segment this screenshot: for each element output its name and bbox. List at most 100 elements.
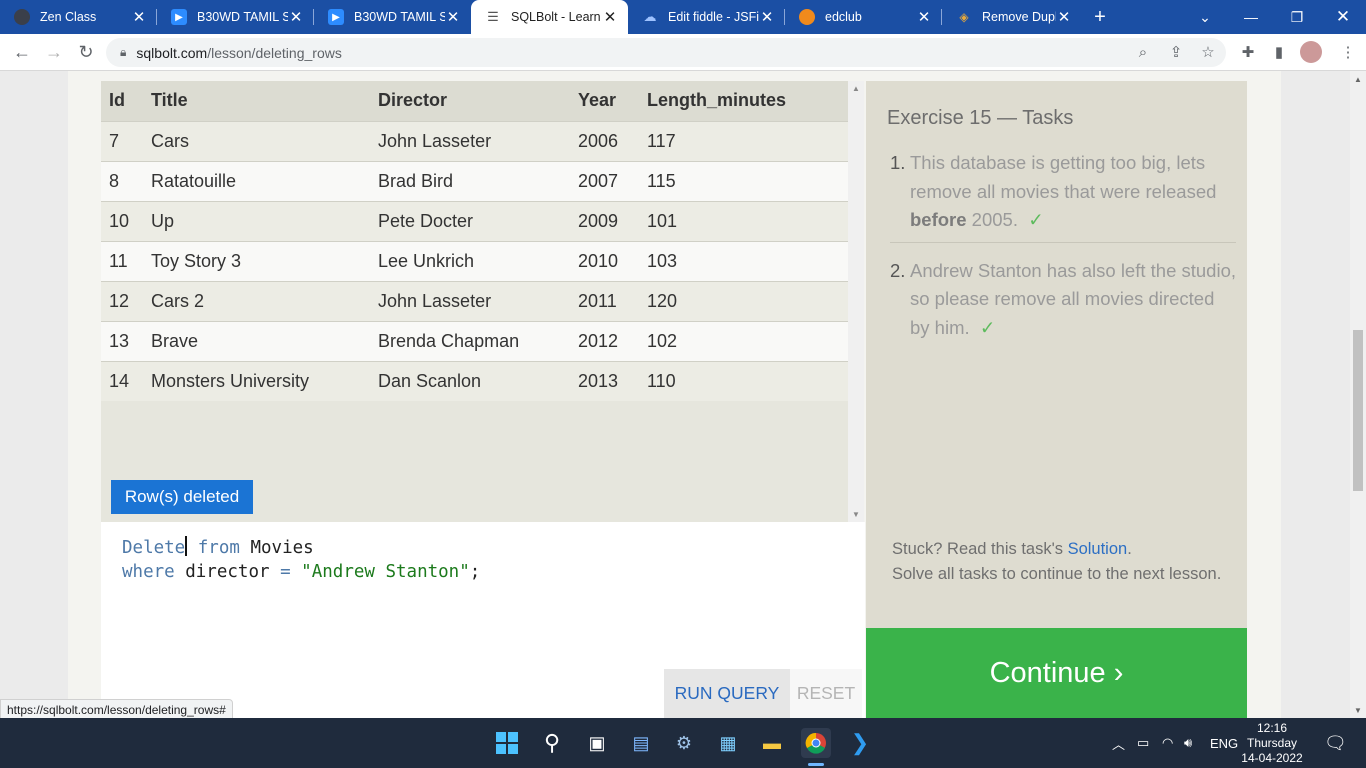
task-text: This database is getting too big, lets r… (910, 149, 1236, 235)
close-tab-icon[interactable]: ✕ (759, 8, 775, 26)
text-caret (185, 536, 188, 556)
notification-icon[interactable]: 🗨︎ (1324, 718, 1347, 768)
tab-title: B30WD TAMIL Se (197, 10, 288, 24)
reset-button[interactable]: RESET (790, 669, 862, 718)
share-icon[interactable]: ⇪ (1164, 40, 1188, 64)
table-cell: Pete Docter (370, 200, 570, 241)
scroll-down-arrow-icon[interactable]: ▼ (852, 510, 860, 519)
table-cell: 102 (639, 320, 848, 361)
table-cell: 12 (101, 280, 143, 321)
zoom-icon: ▶ (328, 9, 344, 25)
scroll-up-arrow-icon[interactable]: ▲ (852, 84, 860, 93)
tab-zen-class[interactable]: Zen Class ✕ (0, 0, 157, 34)
new-tab-button[interactable]: + (1082, 0, 1118, 34)
task-text-part: 2005. (966, 209, 1018, 230)
file-explorer-icon[interactable]: ▬ (757, 728, 787, 758)
continue-button[interactable]: Continue › (866, 628, 1247, 718)
tab-b30wd-2[interactable]: ▶ B30WD TAMIL Se ✕ (314, 0, 471, 34)
tab-remove-duplicates[interactable]: ◈ Remove Duplicat ✕ (942, 0, 1082, 34)
address-bar[interactable]: 🔒︎ sqlbolt.com/lesson/deleting_rows (106, 38, 1226, 67)
table-cell: Brad Bird (370, 160, 570, 201)
results-scrollbar[interactable]: ▲ ▼ (848, 81, 864, 522)
minimize-button[interactable]: — (1228, 0, 1274, 34)
windows-start-icon[interactable] (492, 728, 522, 758)
zoom-icon[interactable]: ⌕ (1131, 40, 1155, 64)
table-cell: 11 (101, 240, 143, 281)
lock-icon: 🔒︎ (120, 45, 127, 59)
widgets-icon[interactable]: ▤ (626, 728, 656, 758)
tasks-heading: Exercise 15 — Tasks (887, 107, 1074, 129)
tab-title: edclub (825, 10, 862, 24)
battery-icon[interactable]: ▭ (1137, 718, 1149, 768)
table-cell: John Lasseter (370, 280, 570, 321)
sql-table: Movies (250, 538, 314, 558)
table-cell: Cars 2 (143, 280, 370, 321)
table-cell: 117 (639, 120, 848, 161)
clock-time: 12:16 (1256, 721, 1288, 735)
editor-line-2: where director = "Andrew Stanton"; (122, 560, 865, 584)
task-number: 1. (890, 152, 906, 173)
close-window-button[interactable]: ✕ (1320, 0, 1366, 34)
close-tab-icon[interactable]: ✕ (602, 8, 618, 26)
edclub-icon (799, 9, 815, 25)
tab-search-icon[interactable]: ⌄ (1182, 0, 1228, 34)
task-view-icon[interactable]: ▣ (582, 728, 612, 758)
forward-arrow-icon[interactable]: → (38, 36, 70, 68)
close-tab-icon[interactable]: ✕ (131, 8, 147, 26)
reload-icon[interactable]: ↻ (70, 36, 102, 68)
close-tab-icon[interactable]: ✕ (1056, 8, 1072, 26)
zoom-icon: ▶ (171, 9, 187, 25)
scrollbar-thumb[interactable] (1353, 330, 1363, 491)
page-scrollbar[interactable]: ▲ ▼ (1350, 71, 1366, 718)
back-arrow-icon[interactable]: ← (6, 36, 38, 68)
tab-title: Edit fiddle - JSFid (668, 10, 759, 24)
url-path: /lesson/deleting_rows (207, 44, 342, 61)
restore-button[interactable]: ❐ (1274, 0, 1320, 34)
database-icon: ☰ (487, 9, 499, 24)
tab-jsfiddle[interactable]: ☁ Edit fiddle - JSFid ✕ (628, 0, 785, 34)
close-tab-icon[interactable]: ✕ (445, 8, 461, 26)
run-query-button[interactable]: RUN QUERY (664, 669, 790, 718)
table-cell: Toy Story 3 (143, 240, 370, 281)
clock[interactable]: 12:16 Thursday 14-04-2022 (1240, 721, 1304, 766)
close-tab-icon[interactable]: ✕ (916, 8, 932, 26)
scroll-down-arrow-icon[interactable]: ▼ (1354, 706, 1362, 715)
sql-keyword: from (197, 538, 240, 558)
notepad-icon[interactable]: ▦ (713, 728, 743, 758)
bookmark-star-icon[interactable]: ☆ (1196, 40, 1220, 64)
column-header: Title (143, 81, 370, 121)
sql-string: "Andrew Stanton" (301, 562, 470, 582)
code-icon: ◈ (959, 10, 969, 24)
tab-b30wd-1[interactable]: ▶ B30WD TAMIL Se ✕ (157, 0, 314, 34)
tab-title: Remove Duplicat (982, 10, 1056, 24)
task-text-part: Andrew Stanton has also left the studio,… (910, 259, 1237, 338)
chrome-icon[interactable] (801, 728, 831, 758)
checkmark-icon: ✓ (979, 316, 996, 338)
extensions-icon[interactable]: ✚ (1236, 40, 1260, 64)
wifi-icon[interactable]: ◠ (1162, 718, 1173, 768)
table-cell: 10 (101, 200, 143, 241)
search-icon[interactable]: ⚲ (537, 728, 567, 758)
column-header: Length_minutes (639, 81, 848, 121)
tab-sqlbolt[interactable]: ☰ SQLBolt - Learn S ✕ (471, 0, 628, 34)
scroll-up-arrow-icon[interactable]: ▲ (1354, 75, 1362, 84)
close-tab-icon[interactable]: ✕ (288, 8, 304, 26)
table-cell: 101 (639, 200, 848, 241)
list-item: 2. Andrew Stanton has also left the stud… (890, 257, 1236, 350)
table-cell: 2011 (570, 280, 639, 321)
tray-chevron-icon[interactable]: ︿ (1112, 718, 1125, 768)
table-row: 12 Cars 2 John Lasseter 2011 120 (101, 280, 848, 321)
clock-date: 14-04-2022 (1241, 751, 1303, 765)
table-cell: Lee Unkrich (370, 240, 570, 281)
zen-icon (14, 9, 30, 25)
tab-title: B30WD TAMIL Se (354, 10, 445, 24)
solution-link[interactable]: Solution (1068, 540, 1128, 558)
tab-edclub[interactable]: edclub ✕ (785, 0, 942, 34)
settings-gear-icon[interactable]: ⚙ (669, 728, 699, 758)
vscode-icon[interactable]: ❯ (845, 728, 875, 758)
menu-icon[interactable]: ⋮ (1336, 40, 1360, 64)
language-indicator[interactable]: ENG (1210, 718, 1238, 768)
avatar[interactable] (1300, 41, 1322, 63)
side-panel-icon[interactable]: ▮ (1267, 40, 1291, 64)
volume-icon[interactable]: 🔊︎ (1184, 718, 1192, 768)
